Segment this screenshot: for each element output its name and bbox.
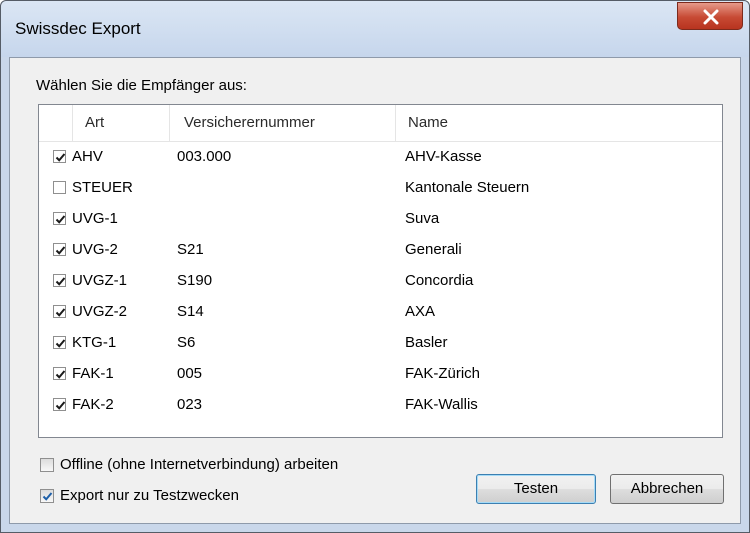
row-art: UVG-1 (72, 210, 118, 227)
row-versicherernummer: 005 (177, 365, 203, 382)
list-header: Art Versicherernummer Name (39, 105, 722, 142)
row-checkbox[interactable] (53, 305, 66, 318)
row-art: FAK-2 (72, 396, 114, 413)
table-row[interactable]: UVGZ-2 S14 AXA (39, 297, 722, 326)
table-row[interactable]: FAK-1 005 FAK-Zürich (39, 359, 722, 388)
offline-checkbox[interactable] (40, 458, 54, 472)
row-name: FAK-Zürich (405, 365, 481, 382)
swissdec-export-dialog: Swissdec Export Wählen Sie die Empfänger… (0, 0, 750, 533)
row-name: Generali (405, 241, 462, 258)
header-versicherernummer[interactable]: Versicherernummer (170, 105, 396, 141)
row-checkbox[interactable] (53, 243, 66, 256)
row-checkbox[interactable] (53, 181, 66, 194)
row-art: FAK-1 (72, 365, 114, 382)
recipient-prompt: Wählen Sie die Empfänger aus: (36, 77, 247, 94)
recipient-list[interactable]: Art Versicherernummer Name AHV 003.000 AHV… (38, 104, 723, 438)
row-art: UVGZ-2 (72, 303, 128, 320)
row-name: Suva (405, 210, 440, 227)
row-checkbox[interactable] (53, 274, 66, 287)
row-checkbox[interactable] (53, 336, 66, 349)
test-export-label: Export nur zu Testzwecken (60, 487, 239, 504)
dialog-body: Wählen Sie die Empfänger aus: Art Versic… (9, 57, 741, 524)
table-row[interactable]: AHV 003.000 AHV-Kasse (39, 142, 722, 171)
header-art[interactable]: Art (73, 105, 170, 141)
row-name: AXA (405, 303, 436, 320)
header-name[interactable]: Name (396, 105, 722, 141)
close-button[interactable] (677, 2, 743, 30)
table-row[interactable]: UVG-1 Suva (39, 204, 722, 233)
row-art: AHV (72, 148, 103, 165)
row-versicherernummer: 023 (177, 396, 203, 413)
row-checkbox[interactable] (53, 367, 66, 380)
row-art: KTG-1 (72, 334, 117, 351)
row-name: FAK-Wallis (405, 396, 478, 413)
offline-label: Offline (ohne Internetverbindung) arbeit… (60, 456, 339, 473)
row-versicherernummer: S14 (177, 303, 204, 320)
cancel-button[interactable]: Abbrechen (610, 474, 724, 504)
header-checkbox-column (39, 105, 73, 141)
row-versicherernummer: S6 (177, 334, 196, 351)
row-art: STEUER (72, 179, 133, 196)
test-button[interactable]: Testen (476, 474, 596, 504)
row-checkbox[interactable] (53, 398, 66, 411)
close-icon (703, 9, 719, 25)
row-name: Basler (405, 334, 448, 351)
table-row[interactable]: FAK-2 023 FAK-Wallis (39, 390, 722, 419)
row-checkbox[interactable] (53, 212, 66, 225)
row-art: UVG-2 (72, 241, 118, 258)
title-bar[interactable]: Swissdec Export (1, 1, 749, 57)
row-versicherernummer: S21 (177, 241, 204, 258)
window-title: Swissdec Export (15, 19, 141, 38)
test-export-checkbox[interactable] (40, 489, 54, 503)
row-name: Concordia (405, 272, 474, 289)
table-row[interactable]: STEUER Kantonale Steuern (39, 173, 722, 202)
row-checkbox[interactable] (53, 150, 66, 163)
row-name: AHV-Kasse (405, 148, 482, 165)
row-name: Kantonale Steuern (405, 179, 530, 196)
table-row[interactable]: UVG-2 S21 Generali (39, 235, 722, 264)
row-art: UVGZ-1 (72, 272, 128, 289)
row-versicherernummer: 003.000 (177, 148, 232, 165)
row-versicherernummer: S190 (177, 272, 213, 289)
table-row[interactable]: KTG-1 S6 Basler (39, 328, 722, 357)
table-row[interactable]: UVGZ-1 S190 Concordia (39, 266, 722, 295)
